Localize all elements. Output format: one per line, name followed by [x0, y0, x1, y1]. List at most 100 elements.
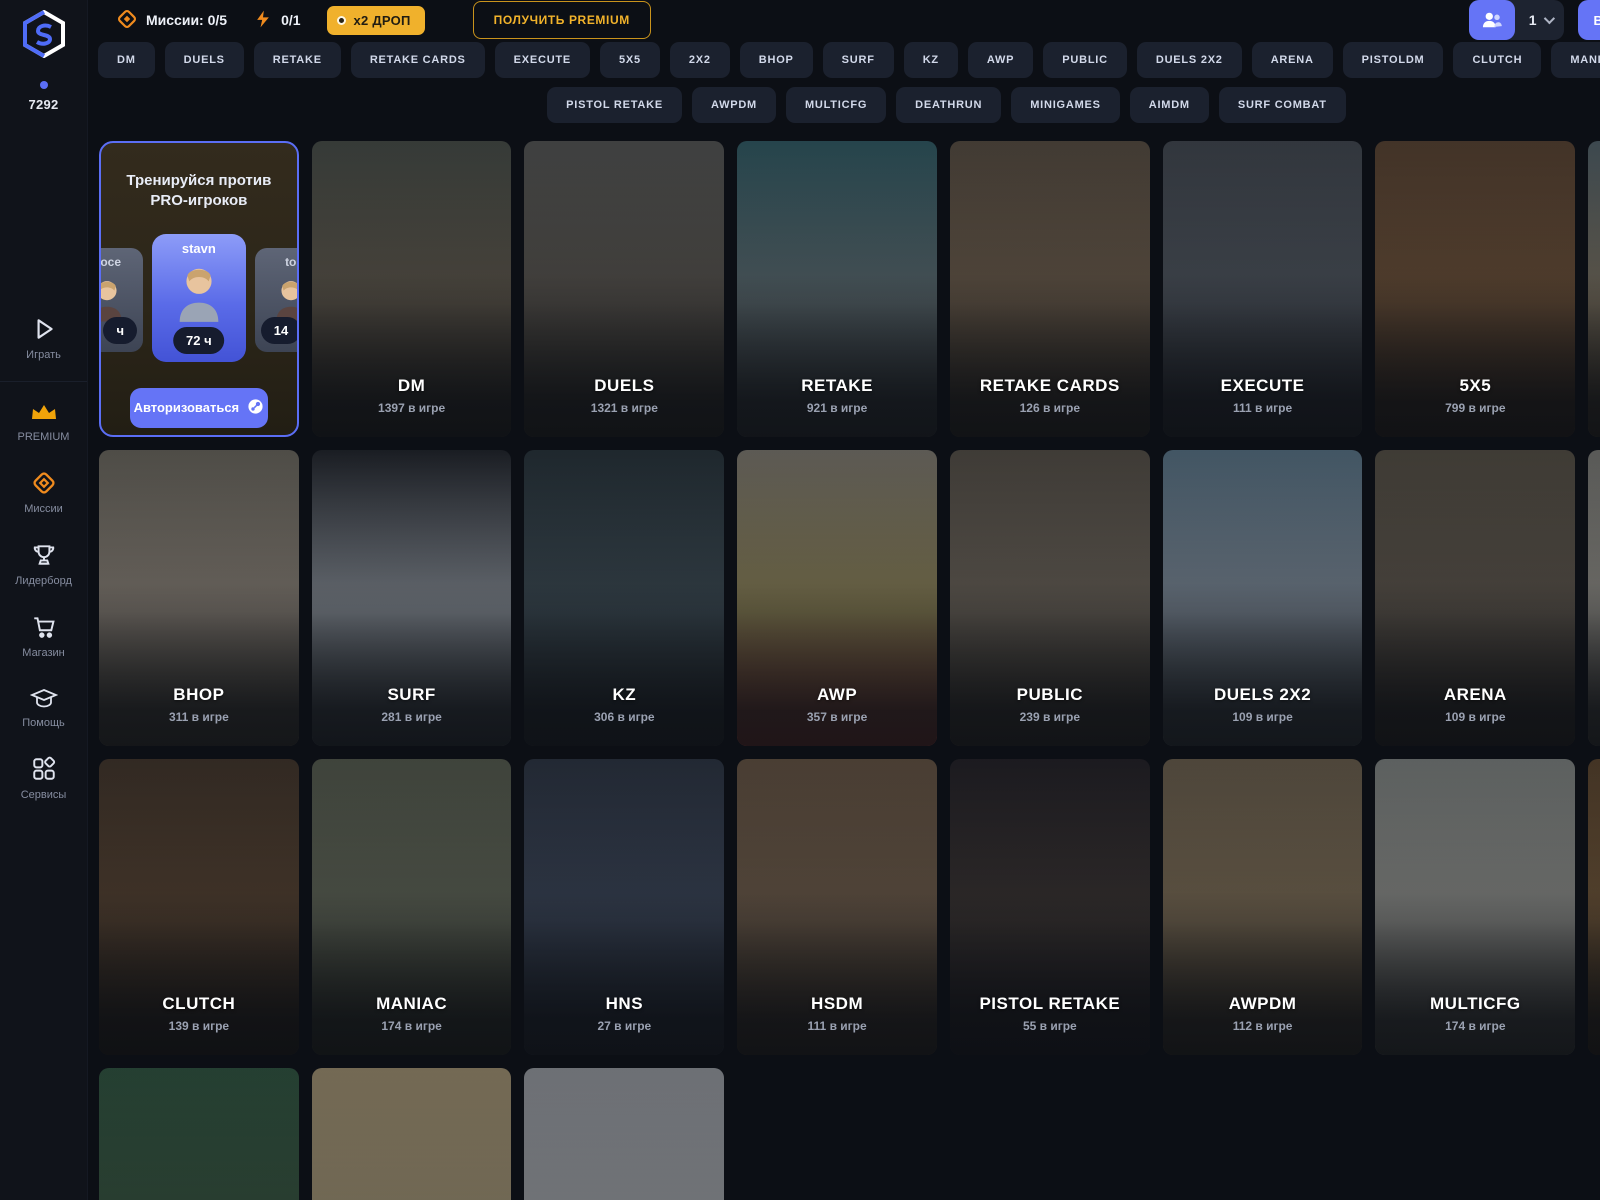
tab-duels[interactable]: DUELS: [165, 42, 244, 78]
game-card-dm[interactable]: DM1397 в игре: [312, 141, 512, 437]
site-logo-icon[interactable]: [22, 10, 66, 63]
card-title: EXECUTE: [1163, 376, 1363, 396]
tab-bhop[interactable]: BHOP: [740, 42, 813, 78]
drop-bolt-icon: [253, 9, 273, 32]
tab-5x5[interactable]: 5X5: [600, 42, 660, 78]
game-card-2x2[interactable]: 2X2227 в игре: [1588, 141, 1600, 437]
chevron-down-icon: [1543, 13, 1554, 24]
missions-diamond-icon: [116, 8, 138, 33]
tag-hole-icon: [337, 16, 346, 25]
sidebar-item-label: Играть: [26, 349, 61, 361]
steam-login-button[interactable]: ВОЙТИ ЧЕРЕЗ STEAM: [1578, 0, 1600, 40]
tab-clutch[interactable]: CLUTCH: [1453, 42, 1541, 78]
game-card-pistol-retake[interactable]: PISTOL RETAKE55 в игре: [950, 759, 1150, 1055]
tab-retake[interactable]: RETAKE: [254, 42, 341, 78]
game-card-duels[interactable]: DUELS1321 в игре: [524, 141, 724, 437]
main-content: Миссии: 0/5 0/1 х2 ДРОП ПОЛУЧИТЬ PREMIUM: [88, 0, 1600, 1200]
game-card-partial[interactable]: [99, 1068, 299, 1200]
missions-progress[interactable]: Миссии: 0/5: [116, 8, 227, 33]
game-card-arena[interactable]: ARENA109 в игре: [1375, 450, 1575, 746]
tab-duels-2x2[interactable]: DUELS 2X2: [1137, 42, 1242, 78]
game-card-multicfg[interactable]: MULTICFG174 в игре: [1375, 759, 1575, 1055]
tab-arena[interactable]: ARENA: [1252, 42, 1333, 78]
tab-awpdm[interactable]: AWPDM: [692, 87, 776, 123]
tab-2x2[interactable]: 2X2: [670, 42, 730, 78]
services-icon: [31, 756, 57, 782]
pro-player-card-to[interactable]: to14: [255, 248, 299, 352]
tab-dm[interactable]: DM: [98, 42, 155, 78]
card-players-count: 109 в игре: [1163, 710, 1363, 724]
pro-players-promo-card[interactable]: Тренируйся против PRO-игроков doceчstavn…: [99, 141, 299, 437]
card-players-count: 311 в игре: [99, 710, 299, 724]
card-meta: RETAKE CARDS126 в игре: [950, 376, 1150, 415]
tab-surf-combat[interactable]: SURF COMBAT: [1219, 87, 1346, 123]
game-card-partial[interactable]: [312, 1068, 512, 1200]
get-premium-button[interactable]: ПОЛУЧИТЬ PREMIUM: [473, 1, 651, 39]
sidebar-item-лидерборд[interactable]: Лидерборд: [0, 528, 87, 600]
sidebar-item-premium[interactable]: PREMIUM: [0, 388, 87, 456]
card-title: ARENA: [1375, 685, 1575, 705]
tab-deathrun[interactable]: DEATHRUN: [896, 87, 1001, 123]
card-meta: DUELS 2X2109 в игре: [1163, 685, 1363, 724]
card-players-count: 174 в игре: [312, 1019, 512, 1033]
game-card-duels-2x2[interactable]: DUELS 2X2109 в игре: [1163, 450, 1363, 746]
sidebar-item-играть[interactable]: Играть: [0, 302, 87, 382]
game-card-pistoldm[interactable]: PISTOLDM182 в игре: [1588, 450, 1600, 746]
tab-kz[interactable]: KZ: [904, 42, 958, 78]
game-card-clutch[interactable]: CLUTCH139 в игре: [99, 759, 299, 1055]
x2-drop-badge[interactable]: х2 ДРОП: [327, 6, 425, 35]
game-card-surf[interactable]: SURF281 в игре: [312, 450, 512, 746]
drops-progress[interactable]: 0/1: [253, 9, 300, 32]
game-card-bhop[interactable]: BHOP 311 в игре: [99, 450, 299, 746]
card-title: MULTICFG: [1375, 994, 1575, 1014]
sidebar-item-миссии[interactable]: Миссии: [0, 456, 87, 528]
sidebar-item-магазин[interactable]: Магазин: [0, 600, 87, 672]
pro-player-hours-badge: 72 ч: [173, 327, 225, 354]
online-status-dot: [40, 81, 48, 89]
sidebar-item-сервисы[interactable]: Сервисы: [0, 742, 87, 814]
help-cap-icon: [30, 686, 58, 710]
game-card-retake-cards[interactable]: RETAKE CARDS126 в игре: [950, 141, 1150, 437]
pro-player-card-doce[interactable]: doceч: [99, 248, 143, 352]
steam-icon: [247, 398, 264, 418]
game-card-deathrun[interactable]: DEATHRUN27 в игре: [1588, 759, 1600, 1055]
tabs-row-2: PISTOL RETAKE AWPDM MULTICFG DEATHRUN MINIGA…: [98, 87, 1600, 123]
tab-surf[interactable]: SURF: [823, 42, 894, 78]
tab-aimdm[interactable]: AIMDM: [1130, 87, 1209, 123]
game-card-partial[interactable]: [524, 1068, 724, 1200]
pro-players-row: doceч stavn 72 ч to14: [101, 234, 297, 362]
tab-retake-cards[interactable]: RETAKE CARDS: [351, 42, 485, 78]
tab-minigames[interactable]: MINIGAMES: [1011, 87, 1120, 123]
game-card-kz[interactable]: KZ306 в игре: [524, 450, 724, 746]
region-online-selector[interactable]: 1: [1469, 0, 1564, 40]
tab-awp[interactable]: AWP: [968, 42, 1033, 78]
sidebar-item-помощь[interactable]: Помощь: [0, 672, 87, 742]
game-card-hns[interactable]: HNS27 в игре: [524, 759, 724, 1055]
tab-maniac[interactable]: MANIAC: [1551, 42, 1600, 78]
tab-pistol-retake[interactable]: PISTOL RETAKE: [547, 87, 682, 123]
tab-public[interactable]: PUBLIC: [1043, 42, 1127, 78]
tab-multicfg[interactable]: MULTICFG: [786, 87, 886, 123]
sidebar-item-label: Помощь: [22, 717, 65, 729]
sidebar-item-label: Миссии: [24, 503, 63, 515]
game-card-hsdm[interactable]: HSDM111 в игре: [737, 759, 937, 1055]
card-players-count: 357 в игре: [737, 710, 937, 724]
card-title: CLUTCH: [99, 994, 299, 1014]
pro-player-card-stavn[interactable]: stavn 72 ч: [152, 234, 246, 362]
tab-pistoldm[interactable]: PISTOLDM: [1343, 42, 1444, 78]
tabs-row-1: DM DUELS RETAKE RETAKE CARDS EXECUTE 5X5 2X2 BH…: [98, 42, 1600, 78]
tab-execute[interactable]: EXECUTE: [495, 42, 590, 78]
card-title: SURF: [312, 685, 512, 705]
game-card-awpdm[interactable]: AWPDM112 в игре: [1163, 759, 1363, 1055]
game-card-5x5[interactable]: 5X5799 в игре: [1375, 141, 1575, 437]
sidebar-item-label: Сервисы: [21, 789, 67, 801]
game-card-execute[interactable]: EXECUTE111 в игре: [1163, 141, 1363, 437]
pro-player-name: stavn: [152, 241, 246, 256]
game-card-retake[interactable]: RETAKE921 в игре: [737, 141, 937, 437]
game-card-public[interactable]: PUBLIC239 в игре: [950, 450, 1150, 746]
game-card-maniac[interactable]: MANIAC174 в игре: [312, 759, 512, 1055]
card-title: BHOP: [99, 685, 299, 705]
game-card-awp[interactable]: AWP357 в игре: [737, 450, 937, 746]
authorize-button[interactable]: Авторизоваться: [130, 388, 268, 428]
card-shade-overlay: [524, 1068, 724, 1200]
